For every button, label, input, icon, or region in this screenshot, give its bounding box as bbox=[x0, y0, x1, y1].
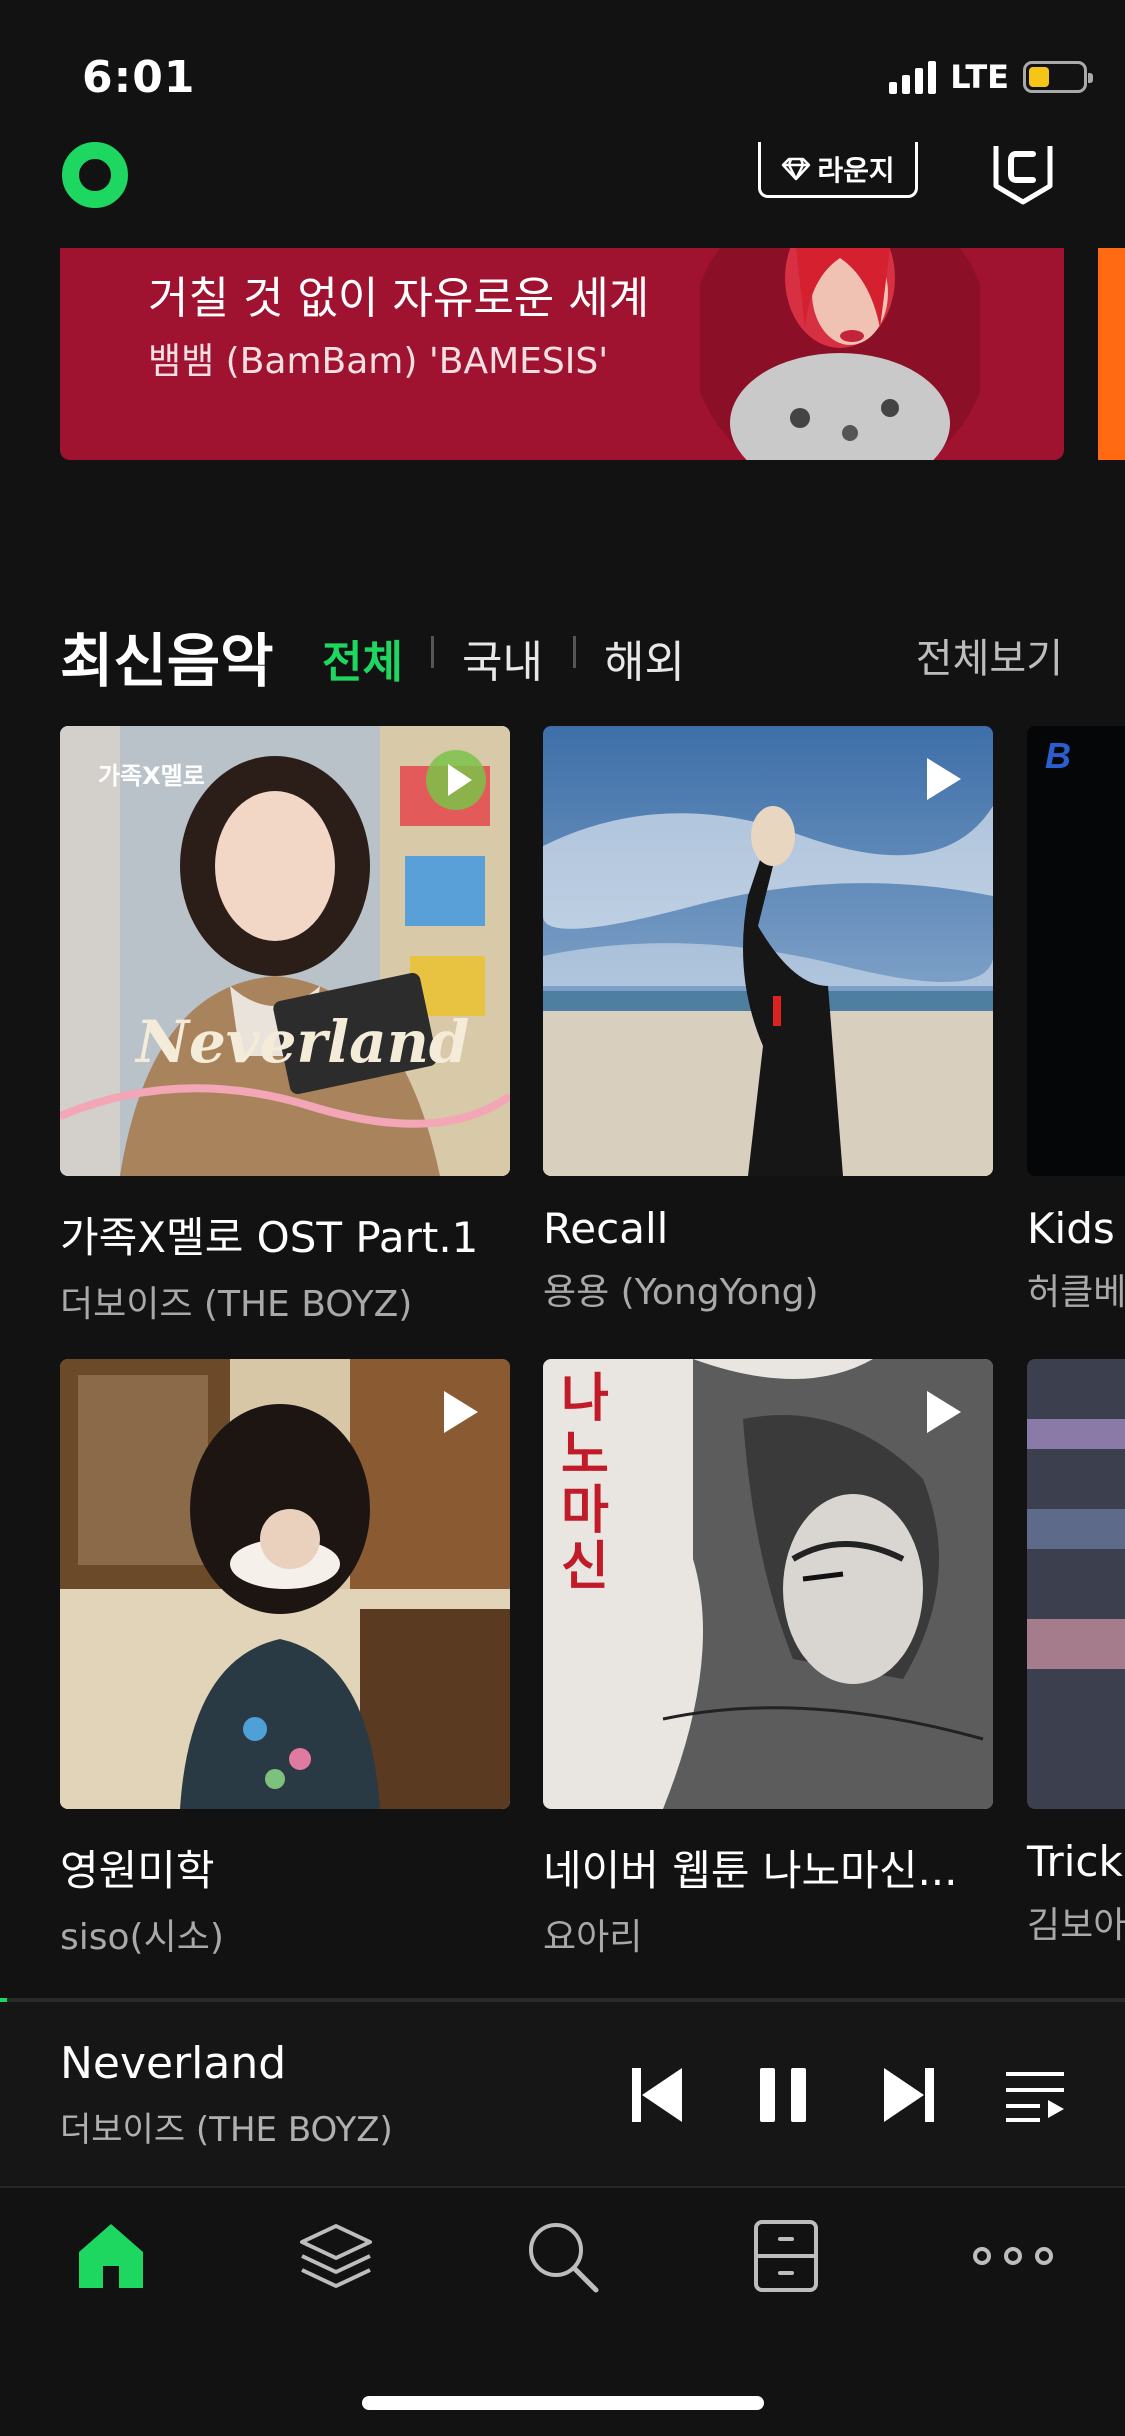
album-art-trick bbox=[1027, 1359, 1125, 1809]
album-card[interactable]: Recall 용용 (YongYong) bbox=[543, 726, 993, 1315]
svg-text:B: B bbox=[1045, 735, 1071, 776]
album-cover[interactable]: 나노마신 bbox=[543, 1359, 993, 1809]
cover-title-text: Neverland bbox=[136, 1008, 470, 1076]
more-icon[interactable] bbox=[972, 2218, 1054, 2294]
album-artist[interactable]: 용용 (YongYong) bbox=[543, 1263, 993, 1315]
c-shield-icon[interactable] bbox=[990, 140, 1056, 206]
tab-all[interactable]: 전체 bbox=[322, 626, 403, 690]
album-art-kids: B bbox=[1027, 726, 1125, 1176]
next-track-icon[interactable] bbox=[880, 2064, 938, 2126]
play-icon[interactable] bbox=[434, 1387, 484, 1437]
banner-subtitle: 뱀뱀 (BamBam) 'BAMESIS' bbox=[148, 341, 609, 382]
album-title[interactable]: Trick bbox=[1027, 1837, 1125, 1886]
melon-logo-icon[interactable] bbox=[62, 142, 128, 208]
status-time: 6:01 bbox=[82, 52, 196, 103]
battery-icon bbox=[1023, 61, 1093, 93]
signal-icon bbox=[889, 60, 937, 94]
album-title[interactable]: 가족X멜로 OST Part.1 bbox=[60, 1204, 510, 1265]
promo-banner[interactable]: 거칠 것 없이 자유로운 세계 뱀뱀 (BamBam) 'BAMESIS' bbox=[60, 248, 1064, 460]
cover-badge-text: 가족X멜로 bbox=[98, 762, 205, 790]
album-card[interactable]: Neverland 가족X멜로 가족X멜로 OST Part.1 더보이즈 (T… bbox=[60, 726, 510, 1327]
section-title: 최신음악 bbox=[60, 627, 274, 695]
lounge-label: 라운지 bbox=[817, 153, 895, 187]
tab-domestic[interactable]: 국내 bbox=[462, 626, 543, 690]
network-label: LTE bbox=[950, 58, 1009, 96]
lounge-button[interactable]: 라운지 bbox=[758, 142, 918, 198]
album-cover[interactable] bbox=[60, 1359, 510, 1809]
tab-foreign[interactable]: 해외 bbox=[604, 626, 685, 690]
play-icon[interactable] bbox=[424, 748, 488, 812]
album-artist[interactable]: 더보이즈 (THE BOYZ) bbox=[60, 1275, 510, 1327]
album-title[interactable]: Kids bbox=[1027, 1204, 1125, 1253]
album-artist[interactable]: 허클베 bbox=[1027, 1263, 1125, 1315]
album-card[interactable]: 나노마신 네이버 웹툰 나노마신... 요아리 bbox=[543, 1359, 993, 1960]
album-card[interactable]: Trick 김보아 bbox=[1027, 1359, 1125, 1948]
home-indicator[interactable] bbox=[362, 2396, 764, 2410]
search-icon[interactable] bbox=[524, 2218, 600, 2294]
play-icon[interactable] bbox=[917, 1387, 967, 1437]
album-cover[interactable]: Neverland 가족X멜로 bbox=[60, 726, 510, 1176]
tabbar-divider bbox=[0, 2186, 1125, 2188]
album-card[interactable]: 영원미학 siso(시소) bbox=[60, 1359, 510, 1960]
album-cover[interactable] bbox=[1027, 1359, 1125, 1809]
status-indicators: LTE bbox=[889, 58, 1093, 96]
album-title[interactable]: 영원미학 bbox=[60, 1837, 510, 1898]
album-cover[interactable]: B bbox=[1027, 726, 1125, 1176]
now-playing-artist[interactable]: 더보이즈 (THE BOYZ) bbox=[60, 2102, 393, 2151]
album-title[interactable]: Recall bbox=[543, 1204, 993, 1253]
album-artist[interactable]: 김보아 bbox=[1027, 1896, 1125, 1948]
album-title[interactable]: 네이버 웹툰 나노마신... bbox=[543, 1837, 993, 1898]
layers-icon[interactable] bbox=[298, 2218, 374, 2294]
play-icon[interactable] bbox=[917, 754, 967, 804]
cover-title-text: 나노마신 bbox=[561, 1368, 609, 1597]
library-icon[interactable] bbox=[748, 2218, 824, 2294]
album-cover[interactable] bbox=[543, 726, 993, 1176]
mini-player[interactable]: Neverland 더보이즈 (THE BOYZ) bbox=[0, 2002, 1125, 2188]
previous-track-icon[interactable] bbox=[628, 2064, 686, 2126]
album-card[interactable]: B Kids 허클베 bbox=[1027, 726, 1125, 1315]
playlist-icon[interactable] bbox=[1004, 2064, 1066, 2126]
diamond-icon bbox=[782, 157, 811, 180]
next-banner-peek[interactable] bbox=[1098, 248, 1125, 460]
banner-title: 거칠 것 없이 자유로운 세계 bbox=[148, 273, 650, 324]
tab-divider bbox=[573, 636, 576, 668]
tab-divider bbox=[431, 636, 434, 668]
see-all-link[interactable]: 전체보기 bbox=[916, 626, 1063, 684]
album-artist[interactable]: siso(시소) bbox=[60, 1908, 510, 1960]
banner-artwork bbox=[700, 248, 980, 460]
home-icon[interactable] bbox=[73, 2218, 149, 2294]
melon-home-screen: 6:01 LTE 라운지 거칠 것 없이 자유로운 세계 뱀뱀 (BamBam)… bbox=[0, 0, 1125, 2436]
album-artist[interactable]: 요아리 bbox=[543, 1908, 993, 1960]
pause-icon[interactable] bbox=[754, 2064, 812, 2126]
now-playing-title[interactable]: Neverland bbox=[60, 2038, 286, 2089]
